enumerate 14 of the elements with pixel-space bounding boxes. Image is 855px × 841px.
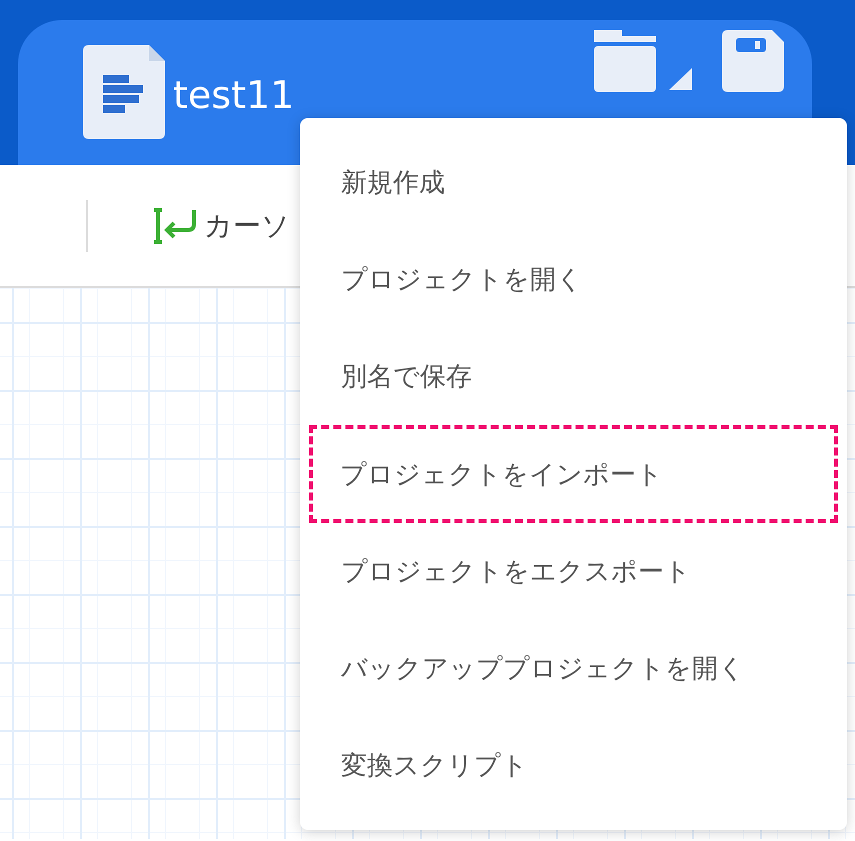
cursor-return-icon xyxy=(154,206,198,246)
folder-icon xyxy=(594,30,694,92)
menu-item[interactable]: プロジェクトをインポート xyxy=(309,425,838,523)
open-button[interactable] xyxy=(594,30,694,95)
menu-item[interactable]: 別名で保存 xyxy=(309,328,838,426)
menu-item[interactable]: 変換スクリプト xyxy=(309,716,838,814)
menu-item[interactable]: バックアッププロジェクトを開く xyxy=(309,620,838,717)
save-button[interactable] xyxy=(722,30,784,95)
document-title: test11 xyxy=(173,73,296,117)
menu-item[interactable]: プロジェクトをエクスポート xyxy=(309,522,838,620)
document-icon xyxy=(83,45,165,139)
menu-item[interactable]: 新規作成 xyxy=(309,134,838,232)
menu-item[interactable]: プロジェクトを開く xyxy=(309,231,838,328)
cursor-button[interactable]: カーソ xyxy=(154,206,290,246)
